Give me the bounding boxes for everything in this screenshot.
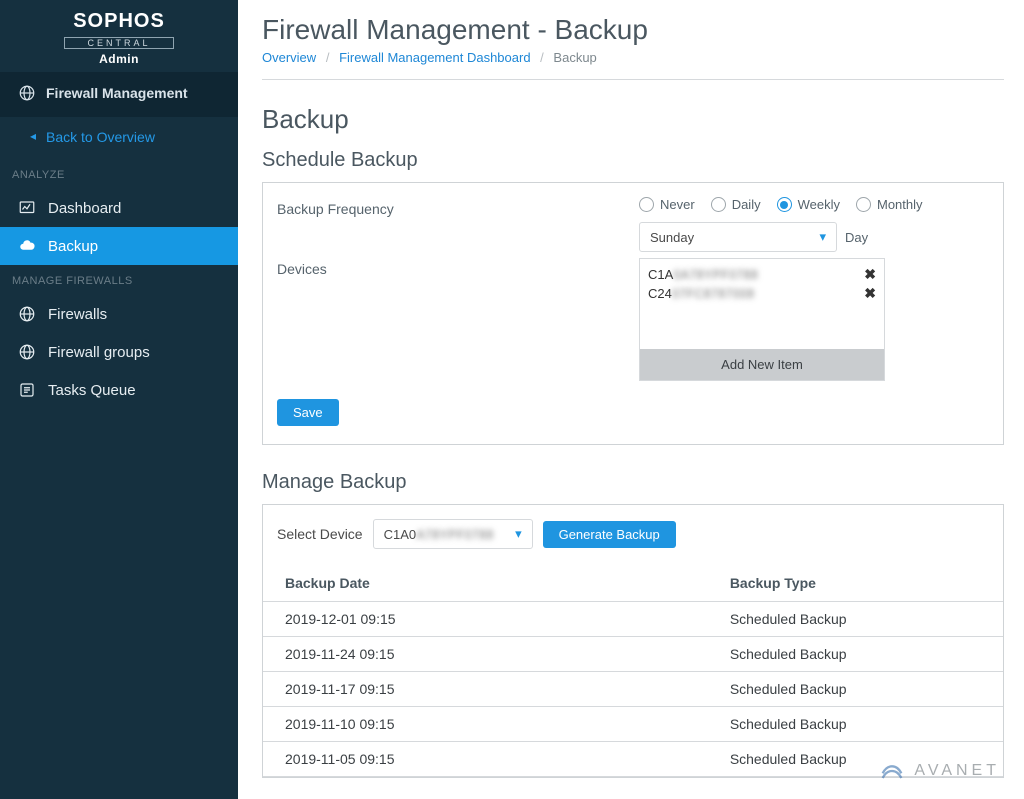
crumb-current: Backup [553, 50, 596, 65]
label-devices: Devices [277, 257, 627, 287]
nav-category-manage: MANAGE FIREWALLS [0, 265, 238, 295]
table-row[interactable]: 2019-11-10 09:15Scheduled Backup [263, 707, 1003, 742]
brand-sub2: Admin [0, 52, 238, 66]
radio-label: Monthly [877, 197, 923, 212]
sidebar-item-firewalls[interactable]: Firewalls [0, 295, 238, 333]
main: Firewall Management - Backup Overview / … [238, 0, 1024, 799]
crumb-overview[interactable]: Overview [262, 50, 316, 65]
day-select[interactable]: Sunday ▾ [639, 222, 837, 252]
radio-weekly[interactable]: Weekly [777, 197, 840, 212]
save-button[interactable]: Save [277, 399, 339, 426]
cell-type: Scheduled Backup [722, 707, 1003, 742]
watermark: AVANET [878, 757, 1000, 785]
cell-date: 2019-11-17 09:15 [263, 672, 722, 707]
sidebar-item-backup[interactable]: Backup [0, 227, 238, 265]
device-name: C1A0A78YPF0788 [648, 267, 758, 282]
sidebar-section-firewall[interactable]: Firewall Management [0, 72, 238, 117]
cell-type: Scheduled Backup [722, 672, 1003, 707]
radio-daily[interactable]: Daily [711, 197, 761, 212]
tasks-icon [18, 381, 36, 399]
device-select-value: C1A0A78YPF0788 [384, 527, 494, 542]
chart-icon [18, 199, 36, 217]
sidebar-item-label: Tasks Queue [48, 382, 136, 399]
remove-device-icon[interactable]: ✖ [864, 285, 876, 302]
cell-date: 2019-12-01 09:15 [263, 602, 722, 637]
brand-title: SOPHOS [0, 10, 238, 33]
page-title: Firewall Management - Backup [262, 14, 1004, 46]
brand: SOPHOS CENTRAL Admin [0, 0, 238, 72]
sidebar-item-dashboard[interactable]: Dashboard [0, 189, 238, 227]
devices-box: C1A0A78YPF0788 ✖ C2407FC8787008 ✖ Add New I… [639, 258, 885, 381]
cell-type: Scheduled Backup [722, 602, 1003, 637]
device-select[interactable]: C1A0A78YPF0788 ▾ [373, 519, 533, 549]
backup-table: Backup Date Backup Type 2019-12-01 09:15… [263, 565, 1003, 777]
table-row[interactable]: 2019-11-17 09:15Scheduled Backup [263, 672, 1003, 707]
crumb-sep: / [540, 50, 544, 65]
radio-never[interactable]: Never [639, 197, 695, 212]
crumb-dashboard[interactable]: Firewall Management Dashboard [339, 50, 530, 65]
sidebar-item-firewall-groups[interactable]: Firewall groups [0, 333, 238, 371]
sidebar-item-label: Dashboard [48, 200, 121, 217]
sidebar-item-label: Firewalls [48, 306, 107, 323]
col-backup-type: Backup Type [722, 565, 1003, 602]
globe-icon [18, 305, 36, 323]
device-list: C1A0A78YPF0788 ✖ C2407FC8787008 ✖ [640, 259, 884, 349]
radio-label: Daily [732, 197, 761, 212]
globe-icon [18, 84, 36, 102]
radio-label: Weekly [798, 197, 840, 212]
sidebar-item-tasks-queue[interactable]: Tasks Queue [0, 371, 238, 409]
breadcrumb: Overview / Firewall Management Dashboard… [262, 50, 1004, 80]
back-label: Back to Overview [46, 129, 155, 145]
crumb-sep: / [326, 50, 330, 65]
sidebar-item-label: Firewall groups [48, 344, 150, 361]
sidebar-item-label: Backup [48, 238, 98, 255]
device-item: C1A0A78YPF0788 ✖ [648, 265, 876, 284]
label-backup-frequency: Backup Frequency [277, 197, 627, 227]
radio-label: Never [660, 197, 695, 212]
remove-device-icon[interactable]: ✖ [864, 266, 876, 283]
cell-date: 2019-11-10 09:15 [263, 707, 722, 742]
add-new-item[interactable]: Add New Item [640, 349, 884, 380]
cell-date: 2019-11-05 09:15 [263, 742, 722, 777]
section-backup-title: Backup [262, 104, 1004, 135]
manage-backup-title: Manage Backup [262, 471, 1004, 494]
radio-monthly[interactable]: Monthly [856, 197, 923, 212]
frequency-radios: Never Daily Weekly Monthly [639, 197, 989, 212]
day-label: Day [845, 230, 868, 245]
cell-type: Scheduled Backup [722, 637, 1003, 672]
watermark-text: AVANET [914, 762, 1000, 780]
cell-date: 2019-11-24 09:15 [263, 637, 722, 672]
chevron-down-icon: ▾ [515, 526, 522, 542]
schedule-panel: Backup Frequency Devices Never Daily Wee… [262, 182, 1004, 445]
manage-panel: Select Device C1A0A78YPF0788 ▾ Generate … [262, 504, 1004, 778]
nav-category-analyze: ANALYZE [0, 159, 238, 189]
globe-icon [18, 343, 36, 361]
watermark-icon [878, 757, 906, 785]
schedule-backup-title: Schedule Backup [262, 149, 1004, 172]
table-row[interactable]: 2019-11-24 09:15Scheduled Backup [263, 637, 1003, 672]
cloud-icon [18, 237, 36, 255]
label-select-device: Select Device [277, 526, 363, 542]
generate-backup-button[interactable]: Generate Backup [543, 521, 676, 548]
brand-sub1: CENTRAL [64, 37, 173, 49]
day-select-value: Sunday [650, 230, 694, 245]
table-row[interactable]: 2019-12-01 09:15Scheduled Backup [263, 602, 1003, 637]
sidebar: SOPHOS CENTRAL Admin Firewall Management… [0, 0, 238, 799]
back-to-overview[interactable]: Back to Overview [0, 117, 238, 159]
device-name: C2407FC8787008 [648, 286, 754, 301]
sidebar-section-label: Firewall Management [46, 85, 188, 101]
chevron-down-icon: ▾ [819, 229, 826, 245]
col-backup-date: Backup Date [263, 565, 722, 602]
device-item: C2407FC8787008 ✖ [648, 284, 876, 303]
